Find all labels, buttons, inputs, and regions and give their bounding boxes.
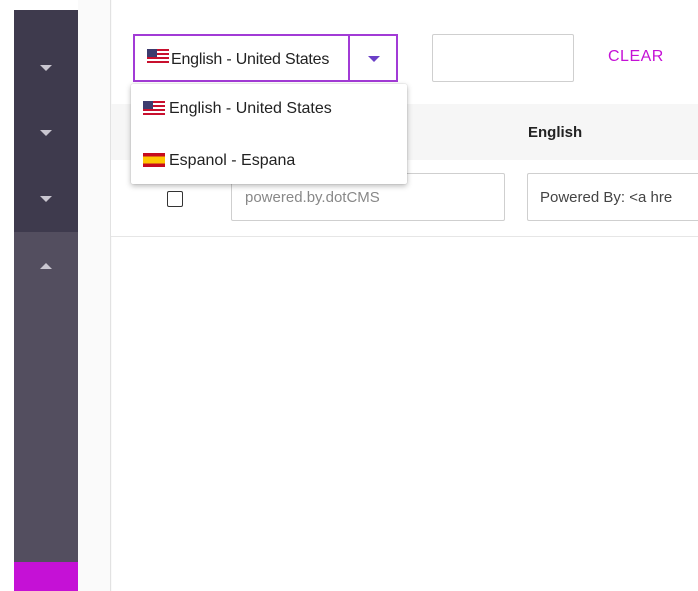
us-flag-icon xyxy=(147,49,169,63)
language-select-value: English - United States xyxy=(171,51,330,68)
row-checkbox[interactable] xyxy=(167,191,183,207)
column-header-english: English xyxy=(528,124,583,141)
us-flag-icon xyxy=(143,101,165,115)
sidebar-expand-arrow-icon[interactable] xyxy=(40,196,52,202)
clear-button[interactable]: CLEAR xyxy=(608,48,664,66)
content-rail xyxy=(78,0,112,591)
sidebar-collapse-arrow-icon[interactable] xyxy=(40,263,52,269)
key-input-value: powered.by.dotCMS xyxy=(245,189,380,206)
es-flag-icon xyxy=(143,153,165,167)
sidebar-menu-lower xyxy=(14,232,78,562)
language-option-label: English - United States xyxy=(169,100,332,117)
sidebar-expand-arrow-icon[interactable] xyxy=(40,130,52,136)
language-dropdown-button[interactable] xyxy=(348,34,398,82)
chevron-down-icon xyxy=(368,56,380,62)
english-value-input[interactable]: Powered By: <a hre xyxy=(527,173,698,221)
language-dropdown-menu: English - United States Espanol - Espana xyxy=(131,84,407,184)
filter-input[interactable] xyxy=(432,34,574,82)
divider xyxy=(110,0,111,591)
language-option-label: Espanol - Espana xyxy=(169,152,296,169)
english-value-text: Powered By: <a hre xyxy=(540,189,673,206)
sidebar-accent-bar xyxy=(14,562,78,591)
language-option-es-es[interactable]: Espanol - Espana xyxy=(131,136,407,184)
sidebar-expand-arrow-icon[interactable] xyxy=(40,65,52,71)
language-option-en-us[interactable]: English - United States xyxy=(131,84,407,132)
